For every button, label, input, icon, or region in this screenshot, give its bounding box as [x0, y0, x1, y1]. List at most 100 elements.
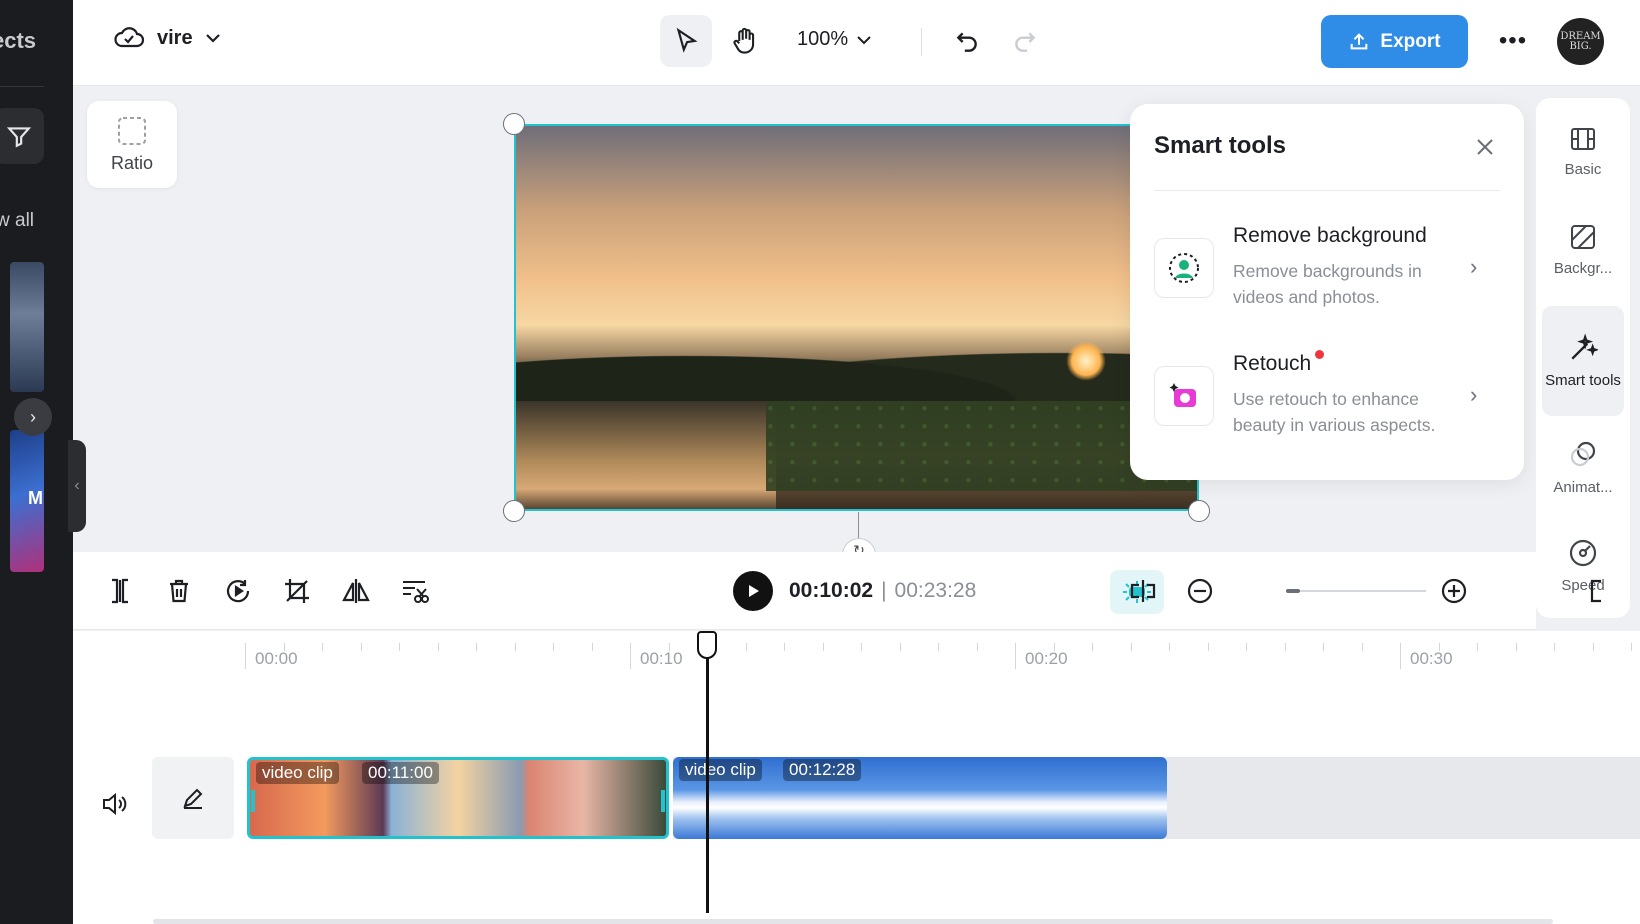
- clip-duration: 00:11:00: [362, 762, 439, 784]
- ruler-tick: [1207, 643, 1209, 651]
- ruler-tick: [1092, 643, 1093, 651]
- ratio-button[interactable]: Ratio: [87, 101, 177, 188]
- resize-handle-top-left[interactable]: [503, 113, 525, 135]
- ruler-tick: [1592, 643, 1594, 651]
- chevron-right-icon: ›: [1470, 254, 1478, 279]
- split-screen-button[interactable]: [1126, 574, 1160, 608]
- flip-button[interactable]: [339, 574, 373, 608]
- panel-divider: [1154, 190, 1500, 191]
- resize-handle-bottom-right[interactable]: [1188, 500, 1210, 522]
- ruler-label: 00:10: [640, 649, 683, 668]
- project-name: vire: [157, 26, 193, 49]
- ruler-tick: [745, 643, 747, 651]
- redo-icon: [1015, 32, 1036, 52]
- zoom-dropdown[interactable]: 100%: [797, 28, 872, 51]
- close-icon: [1477, 139, 1493, 155]
- select-tool-button[interactable]: [660, 15, 712, 67]
- aspect-ratio-icon: [118, 117, 146, 145]
- redo-button[interactable]: [1005, 20, 1045, 64]
- clip-duration: 00:12:28: [783, 759, 862, 781]
- sidebar-item-basic[interactable]: Basic: [1542, 104, 1624, 200]
- ruler-tick: [1631, 643, 1632, 651]
- ruler-tick: [1246, 643, 1247, 651]
- remove-background-title: Remove background: [1233, 224, 1427, 247]
- trim-handle-left[interactable]: [251, 790, 255, 812]
- media-thumbnail[interactable]: [10, 262, 44, 392]
- mute-button[interactable]: [97, 787, 131, 821]
- media-thumbnail[interactable]: M: [10, 430, 44, 572]
- hand-tool-button[interactable]: [719, 15, 771, 67]
- zoom-in-button[interactable]: [1437, 574, 1471, 608]
- trash-icon: [170, 579, 188, 603]
- project-menu[interactable]: vire: [113, 24, 221, 52]
- magic-wand-icon: [1571, 333, 1598, 360]
- background-icon: [1571, 224, 1595, 249]
- ruler-tick: [1554, 643, 1555, 651]
- fit-timeline-button[interactable]: [1589, 574, 1613, 608]
- collapse-panel-button[interactable]: ‹: [68, 440, 86, 532]
- video-clip-2[interactable]: video clip 00:12:28: [673, 757, 1167, 839]
- ruler-tick: [630, 643, 631, 669]
- more-options-button[interactable]: •••: [1493, 26, 1533, 56]
- timeline-scrollbar[interactable]: [153, 919, 1553, 924]
- sidebar-label: Animat...: [1553, 478, 1613, 496]
- zoom-value: 100%: [797, 28, 849, 50]
- play-button[interactable]: [733, 571, 773, 611]
- remove-background-icon: [1154, 238, 1214, 298]
- sidebar-label: Smart tools: [1545, 371, 1621, 389]
- new-badge: [1315, 350, 1325, 359]
- speed-icon: [1569, 539, 1597, 566]
- retouch-title: Retouch: [1233, 352, 1312, 375]
- delete-button[interactable]: [162, 574, 196, 608]
- timeline-toolbar: 00:10:02 | 00:23:28: [73, 552, 1601, 630]
- remove-background-item[interactable]: Remove background Remove backgrounds in …: [1154, 224, 1504, 334]
- playhead-line[interactable]: [706, 631, 709, 913]
- ruler-tick: [514, 643, 516, 651]
- ruler-tick: [861, 643, 862, 651]
- ruler-tick: [1361, 643, 1363, 651]
- panel-divider: [0, 86, 44, 87]
- pencil-icon: [183, 788, 203, 809]
- sidebar-item-animation[interactable]: Animat...: [1542, 420, 1624, 516]
- playhead-handle[interactable]: [697, 631, 717, 659]
- current-time: 00:10:02: [789, 579, 874, 602]
- retouch-icon: [1154, 366, 1214, 426]
- panel-title: ects: [0, 28, 37, 53]
- right-sidebar: Basic Backgr... Smart tools Animat... Sp…: [1536, 98, 1630, 618]
- ruler-tick: [553, 643, 554, 651]
- video-preview[interactable]: [514, 124, 1199, 511]
- ruler-tick: [1015, 643, 1016, 669]
- trim-handle-right[interactable]: [661, 790, 665, 812]
- close-button[interactable]: [1470, 132, 1500, 162]
- timeline-zoom-slider[interactable]: [1286, 589, 1426, 593]
- replay-button[interactable]: [221, 574, 255, 608]
- ruler-tick: [360, 643, 362, 651]
- timeline: 00:00 00:10 00:20 00:30 video clip 00:11…: [73, 631, 1640, 924]
- undo-button[interactable]: [947, 20, 987, 64]
- split-button[interactable]: [103, 574, 137, 608]
- edit-cover-button[interactable]: [152, 757, 234, 839]
- ruler-tick: [784, 643, 785, 651]
- trim-button[interactable]: [398, 574, 432, 608]
- sidebar-item-background[interactable]: Backgr...: [1542, 202, 1624, 298]
- split-icon: [112, 578, 128, 604]
- cloud-icon: [114, 27, 145, 48]
- filter-button[interactable]: [0, 108, 44, 164]
- toolbar-divider: [921, 28, 922, 56]
- remove-background-desc: Remove backgrounds in videos and photos.: [1233, 261, 1422, 307]
- video-clip-1[interactable]: video clip 00:11:00: [247, 757, 669, 839]
- avatar[interactable]: DREAM BIG.: [1557, 18, 1604, 65]
- time-separator: |: [881, 579, 887, 602]
- next-button[interactable]: ›: [14, 398, 52, 436]
- view-all-link[interactable]: w all: [0, 210, 34, 232]
- sidebar-item-smart-tools[interactable]: Smart tools: [1542, 306, 1624, 416]
- crop-button[interactable]: [280, 574, 314, 608]
- retouch-item[interactable]: Retouch Use retouch to enhance beauty in…: [1154, 350, 1504, 462]
- chevron-down-icon: [205, 34, 220, 43]
- ruler-tick: [822, 643, 824, 651]
- chevron-right-icon: ›: [1470, 382, 1478, 407]
- ruler-label: 00:20: [1025, 649, 1068, 668]
- zoom-out-button[interactable]: [1183, 574, 1217, 608]
- export-button[interactable]: Export: [1321, 15, 1468, 68]
- resize-handle-bottom-left[interactable]: [503, 500, 525, 522]
